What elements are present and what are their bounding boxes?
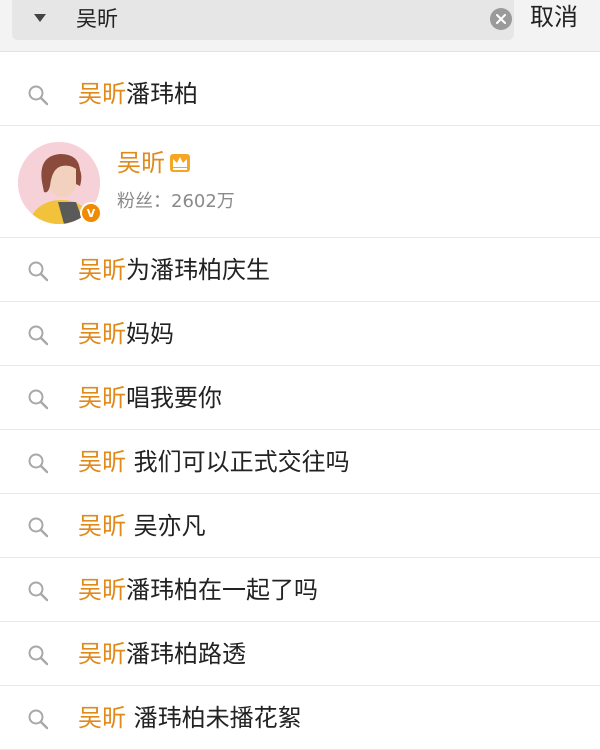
search-icon xyxy=(28,581,49,602)
suggestion-text: 吴昕 我们可以正式交往吗 xyxy=(78,430,350,494)
suggestion-rest: 吴亦凡 xyxy=(126,512,206,540)
search-icon xyxy=(28,261,49,282)
suggestion-text: 吴昕 吴亦凡 xyxy=(78,494,206,558)
suggestion-highlight: 吴昕 xyxy=(78,320,126,348)
search-icon xyxy=(28,453,49,474)
suggestion-text: 吴昕 潘玮柏未播花絮 xyxy=(78,686,302,750)
suggestion-item[interactable]: 吴昕妈妈 xyxy=(0,302,600,366)
suggestion-item[interactable]: 吴昕潘玮柏路透 xyxy=(0,622,600,686)
suggestion-text: 吴昕唱我要你 xyxy=(78,366,222,430)
suggestion-highlight: 吴昕 xyxy=(78,640,126,668)
suggestion-rest: 潘玮柏 xyxy=(126,80,198,108)
fans-value: 2602万 xyxy=(171,191,235,212)
search-field[interactable]: 吴昕 xyxy=(12,0,514,40)
search-icon xyxy=(28,325,49,346)
clear-search-button[interactable] xyxy=(490,8,512,30)
suggestion-item[interactable]: 吴昕潘玮柏在一起了吗 xyxy=(0,558,600,622)
suggestion-highlight: 吴昕 xyxy=(78,256,126,284)
suggestion-highlight: 吴昕 xyxy=(78,384,126,412)
suggestion-rest: 潘玮柏路透 xyxy=(126,640,246,668)
suggestion-rest: 潘玮柏在一起了吗 xyxy=(126,576,318,604)
suggestion-item[interactable]: 吴昕 我们可以正式交往吗 xyxy=(0,430,600,494)
fans-label: 粉丝： xyxy=(117,191,171,212)
search-icon xyxy=(28,517,49,538)
suggestion-rest: 妈妈 xyxy=(126,320,174,348)
cancel-button[interactable]: 取消 xyxy=(530,0,578,36)
search-header: 吴昕 取消 xyxy=(0,0,600,52)
suggestion-highlight: 吴昕 xyxy=(78,512,126,540)
fans-count: 粉丝：2602万 xyxy=(117,190,235,214)
suggestion-highlight: 吴昕 xyxy=(78,576,126,604)
suggestion-highlight: 吴昕 xyxy=(78,80,126,108)
suggestion-text: 吴昕妈妈 xyxy=(78,302,174,366)
suggestion-item[interactable]: 吴昕 吴亦凡 xyxy=(0,494,600,558)
suggestion-highlight: 吴昕 xyxy=(78,448,126,476)
crown-icon xyxy=(170,154,190,172)
search-icon xyxy=(28,645,49,666)
suggestion-item[interactable]: 吴昕 潘玮柏未播花絮 xyxy=(0,686,600,750)
suggestion-list: 吴昕潘玮柏 V 吴昕 粉丝：2602万 吴昕为潘玮柏庆生 吴昕妈妈 吴昕唱我要你… xyxy=(0,62,600,750)
suggestion-text: 吴昕为潘玮柏庆生 xyxy=(78,238,270,302)
suggestion-highlight: 吴昕 xyxy=(78,704,126,732)
suggestion-rest: 潘玮柏未播花絮 xyxy=(126,704,302,732)
search-icon xyxy=(28,85,49,106)
dropdown-caret-icon[interactable] xyxy=(34,14,46,22)
search-icon xyxy=(28,389,49,410)
suggestion-item[interactable]: 吴昕潘玮柏 xyxy=(0,62,600,126)
search-input-text[interactable]: 吴昕 xyxy=(76,6,118,32)
suggestion-text: 吴昕潘玮柏在一起了吗 xyxy=(78,558,318,622)
verified-badge: V xyxy=(80,202,102,224)
search-icon xyxy=(28,709,49,730)
suggestion-rest: 唱我要你 xyxy=(126,384,222,412)
suggestion-rest: 我们可以正式交往吗 xyxy=(126,448,350,476)
suggestion-item[interactable]: 吴昕为潘玮柏庆生 xyxy=(0,238,600,302)
clear-icon xyxy=(496,14,506,24)
user-result[interactable]: V 吴昕 粉丝：2602万 xyxy=(0,126,600,238)
suggestion-rest: 为潘玮柏庆生 xyxy=(126,256,270,284)
suggestion-text: 吴昕潘玮柏 xyxy=(78,62,198,126)
suggestion-item[interactable]: 吴昕唱我要你 xyxy=(0,366,600,430)
suggestion-text: 吴昕潘玮柏路透 xyxy=(78,622,246,686)
user-name[interactable]: 吴昕 xyxy=(117,148,165,178)
